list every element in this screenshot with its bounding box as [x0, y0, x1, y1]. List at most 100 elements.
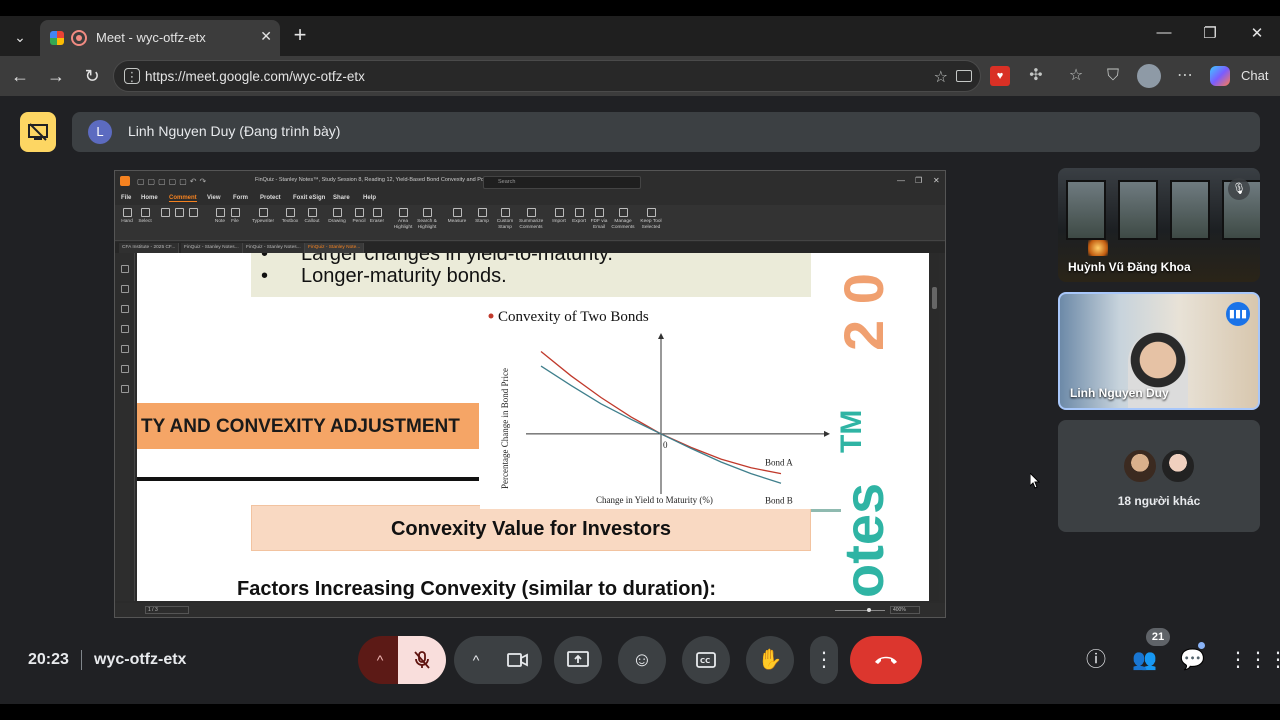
foxit-tool-manage-comments: Manage Comments	[611, 208, 635, 231]
foxit-tool-icon-4	[181, 208, 205, 219]
foxit-tool-label: Typewriter	[251, 219, 275, 224]
foxit-restore-icon: ❐	[915, 176, 923, 185]
camera-button[interactable]	[494, 636, 542, 684]
audio-options-chevron-icon[interactable]: ^	[358, 636, 402, 684]
captions-button[interactable]: CC	[682, 636, 730, 684]
foxit-tool-icon	[477, 208, 487, 217]
foxit-vertical-scrollbar	[930, 253, 939, 601]
url-text[interactable]: https://meet.google.com/wyc-otfz-etx	[145, 69, 365, 84]
meeting-code: wyc-otfz-etx	[94, 651, 187, 668]
chart-svg: Convexity of Two Bonds Change in Yield to…	[488, 309, 830, 505]
foxit-tool-custom-stamp: Custom Stamp	[493, 208, 517, 231]
people-icon[interactable]: 👥	[1132, 648, 1157, 672]
zoom-level: 400%	[890, 606, 920, 614]
series-label-bond-b: Bond B	[765, 495, 793, 505]
others-tile[interactable]: 18 người khác	[1058, 420, 1260, 532]
tab-close-icon[interactable]: ✕	[260, 28, 272, 45]
section-banner-text: TY AND CONVEXITY ADJUSTMENT	[141, 416, 460, 437]
back-icon[interactable]: ←	[8, 64, 32, 88]
window-close-icon[interactable]: ✕	[1245, 24, 1269, 42]
stop-presenting-icon[interactable]	[20, 112, 56, 152]
chart-title-bullet	[488, 313, 494, 319]
profile-avatar[interactable]	[1137, 64, 1161, 88]
participant-name: Huỳnh Vũ Đăng Khoa	[1068, 260, 1191, 274]
mic-off-button[interactable]	[398, 636, 446, 684]
favorites-icon[interactable]: ☆	[1066, 66, 1086, 86]
others-avatar-2	[1160, 448, 1196, 484]
foxit-tool-label: Summarize Comments	[519, 219, 544, 230]
present-screen-icon	[567, 651, 589, 667]
foxit-tool-icon	[258, 208, 268, 217]
new-tab-icon[interactable]: +	[288, 22, 312, 50]
leave-call-button[interactable]	[850, 636, 922, 684]
browser-tab[interactable]: Meet - wyc-otfz-etx ✕	[40, 20, 280, 56]
restore-icon[interactable]: ❐	[1198, 24, 1222, 42]
screen: ⌄ Meet - wyc-otfz-etx ✕ + — ❐ ✕ ← → ↻ ⋮ …	[0, 0, 1280, 720]
tab-group-icon	[50, 31, 64, 45]
foxit-tool-eraser: Eraser	[365, 208, 389, 225]
present-screen-button[interactable]	[554, 636, 602, 684]
foxit-tool-icon	[618, 208, 628, 217]
foxit-tool-drawing: Drawing	[325, 208, 349, 225]
participant-tile[interactable]: 🎙 Huỳnh Vũ Đăng Khoa	[1058, 168, 1260, 282]
site-info-icon[interactable]: ⋮	[124, 68, 140, 84]
video-fireplace	[1088, 240, 1108, 256]
foxit-tool-label: Callout	[304, 219, 320, 224]
mouse-cursor-icon	[1030, 473, 1040, 489]
more-menu-icon[interactable]: ⋯	[1175, 66, 1195, 86]
video-window-3	[1170, 180, 1210, 240]
x-axis-label: Change in Yield to Maturity (%)	[596, 495, 713, 505]
foxit-document-tabs: CFA Institute - 2025 CF... FinQuiz - Stan…	[115, 242, 945, 253]
presenter-name: Linh Nguyen Duy (Đang trình bày)	[128, 123, 341, 139]
foxit-tool-area-highlight: Area Highlight	[391, 208, 415, 231]
foxit-tool-label: File	[231, 219, 239, 224]
foxit-menu-home: Home	[141, 195, 158, 201]
foxit-tool-icon	[500, 208, 510, 217]
reload-icon[interactable]: ↻	[80, 64, 104, 88]
more-options-button[interactable]: ⋮	[810, 636, 838, 684]
address-bar[interactable]: ⋮ https://meet.google.com/wyc-otfz-etx ☆	[113, 60, 981, 92]
video-options-chevron-icon[interactable]: ^	[454, 636, 498, 684]
activities-grid-icon[interactable]: ⋮⋮⋮	[1228, 648, 1280, 672]
mic-off-icon: 🎙	[1228, 178, 1250, 200]
foxit-tool-icon	[554, 208, 564, 217]
y-axis-label: Percentage Change in Bond Price	[500, 368, 510, 489]
watermark-tm: TM	[835, 409, 868, 453]
quick-access-icons: ▢▢▢▢▢↶↷	[137, 177, 210, 186]
foxit-doc-tab: FinQuiz - Stanley Note...	[305, 243, 365, 253]
svg-text:CC: CC	[700, 657, 710, 665]
chat-icon[interactable]: 💬	[1180, 648, 1205, 672]
foxit-search-box[interactable]: Search	[483, 176, 641, 189]
browser-essentials-shield-icon[interactable]: ⛉	[1103, 66, 1123, 86]
letterbox-bottom	[0, 704, 1280, 720]
foxit-tool-icon	[122, 208, 132, 217]
extensions-puzzle-icon[interactable]: ✣	[1026, 66, 1046, 86]
foxit-tool-keep-tool-selected: Keep Tool Selected	[639, 208, 663, 231]
hang-up-icon	[875, 656, 897, 664]
copilot-chat-button[interactable]: Chat	[1206, 62, 1274, 90]
bookmark-star-icon[interactable]: ☆	[934, 67, 948, 87]
browser-toolbar: ← → ↻ ⋮ https://meet.google.com/wyc-otfz…	[0, 56, 1280, 96]
foxit-tool-textbox: Textbox	[278, 208, 302, 225]
meeting-time: 20:23	[28, 651, 69, 668]
pocket-extension-icon[interactable]: ♥	[990, 66, 1010, 86]
divider	[81, 650, 82, 670]
foxit-tool-summarize-comments: Summarize Comments	[519, 208, 543, 231]
foxit-tool-label: Keep Tool Selected	[640, 219, 662, 230]
raise-hand-button[interactable]: ✋	[746, 636, 794, 684]
watermark-notes: otes	[832, 482, 895, 598]
meeting-info-icon[interactable]: ⓘ	[1084, 648, 1108, 672]
tab-search-chevron-icon[interactable]: ⌄	[6, 24, 34, 50]
forward-icon[interactable]: →	[44, 64, 68, 88]
foxit-menu-share: Share	[333, 195, 350, 201]
section-banner: TY AND CONVEXITY ADJUSTMENT	[137, 403, 479, 449]
minimize-icon[interactable]: —	[1152, 24, 1176, 41]
mic-off-icon	[414, 651, 430, 669]
foxit-tool-icon	[354, 208, 364, 217]
recording-icon	[71, 30, 87, 46]
participant-tile-presenter[interactable]: ▮▮▮ Linh Nguyen Duy	[1058, 292, 1260, 410]
foxit-menu-comment: Comment	[169, 195, 197, 202]
reactions-button[interactable]: ☺	[618, 636, 666, 684]
attachments-panel-icon	[121, 385, 129, 393]
camera-indicator-icon[interactable]	[956, 70, 972, 82]
